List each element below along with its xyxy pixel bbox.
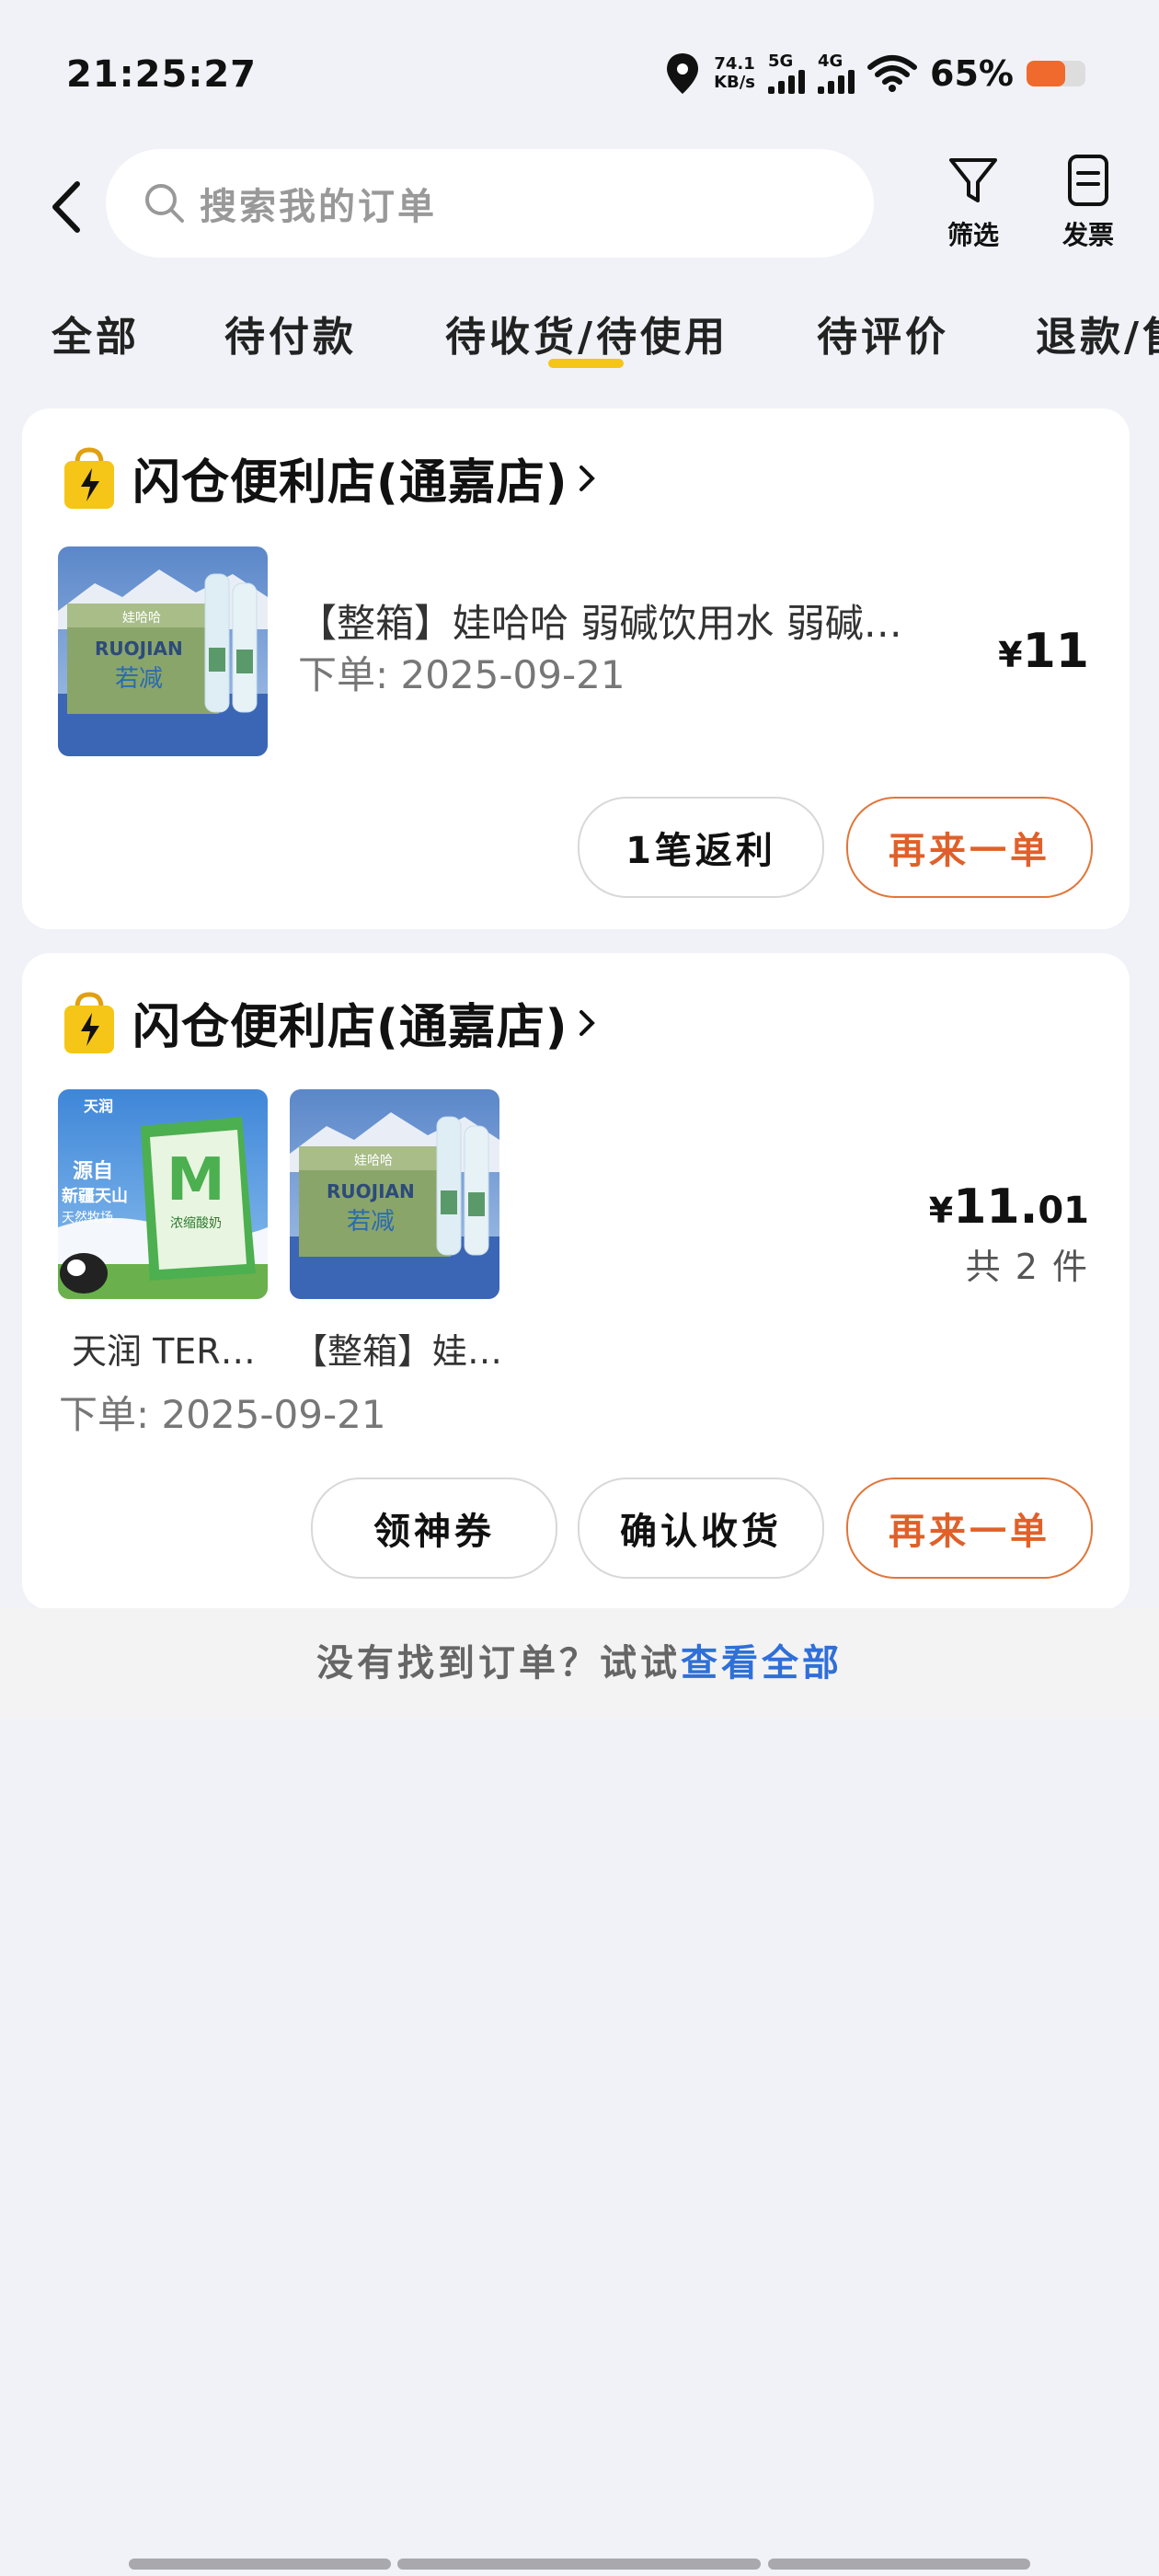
- rebate-button[interactable]: 1笔返利: [578, 797, 824, 898]
- search-icon: [145, 184, 184, 223]
- invoice-icon: [1068, 155, 1108, 206]
- gesture-bar: [129, 2559, 391, 2570]
- thumbnail-caption: 天润 TER…: [72, 1331, 256, 1372]
- pack-latin: RUOJIAN: [327, 1180, 415, 1202]
- yogurt-line-2: 新疆天山: [62, 1186, 128, 1206]
- yogurt-pack-image: 天润 源自 新疆天山 天然牧场 M 浓缩酸奶: [58, 1089, 268, 1299]
- shop-name: 闪仓便利店(通嘉店): [132, 455, 568, 511]
- tab-pending-receipt[interactable]: 待收货/待使用: [445, 304, 729, 362]
- shop-header[interactable]: 闪仓便利店(通嘉店): [61, 443, 600, 512]
- tab-all[interactable]: 全部: [52, 304, 140, 362]
- view-all-link[interactable]: 查看全部: [681, 1642, 843, 1685]
- yogurt-brand: 天润: [84, 1098, 113, 1115]
- price-integer: 11.: [953, 1179, 1039, 1235]
- water-case-image: 娃哈哈 RUOJIAN 若减: [58, 546, 268, 756]
- signal-bars-icon: [818, 70, 855, 94]
- search-placeholder: 搜索我的订单: [200, 186, 437, 228]
- order-price: ¥11.01: [929, 1179, 1089, 1235]
- product-title: 【整箱】娃哈哈 弱碱饮用水 弱碱…: [298, 601, 902, 646]
- invoice-button[interactable]: 发票: [1047, 153, 1130, 252]
- water-case-image: 娃哈哈 RUOJIAN 若减: [290, 1089, 499, 1299]
- order-card[interactable]: 闪仓便利店(通嘉店) 娃哈哈 RUOJIAN 若减 【整箱】娃哈哈 弱碱饮用水 …: [22, 408, 1130, 929]
- yogurt-line-1: 源自: [73, 1159, 113, 1183]
- pack-latin: RUOJIAN: [95, 638, 183, 660]
- clock: 21:25:27: [66, 53, 257, 96]
- shop-name: 闪仓便利店(通嘉店): [132, 1000, 568, 1055]
- signal-bars-icon: [768, 70, 806, 94]
- status-bar: 21:25:27 74.1 KB/s 5G 4G 65%: [0, 0, 1159, 147]
- price-symbol: ¥: [998, 635, 1023, 675]
- product-thumbnail[interactable]: 娃哈哈 RUOJIAN 若减: [58, 546, 268, 756]
- svg-text:M: M: [166, 1146, 225, 1214]
- chevron-right-icon: [579, 1009, 595, 1036]
- item-count: 共 2 件: [965, 1247, 1089, 1287]
- gesture-bar: [768, 2559, 1030, 2570]
- order-price: ¥11: [998, 624, 1089, 679]
- tab-pending-payment[interactable]: 待付款: [224, 304, 357, 362]
- battery-icon: [1027, 61, 1085, 86]
- price-integer: 11: [1022, 624, 1089, 679]
- invoice-label: 发票: [1061, 220, 1114, 250]
- reorder-button[interactable]: 再来一单: [846, 1478, 1093, 1579]
- tab-refund[interactable]: 退款/售后: [1036, 304, 1159, 362]
- net-speed-unit: KB/s: [714, 73, 756, 92]
- shop-header[interactable]: 闪仓便利店(通嘉店): [61, 988, 600, 1057]
- signal-4g: 4G: [818, 53, 855, 94]
- confirm-receipt-button[interactable]: 确认收货: [578, 1478, 824, 1579]
- active-tab-indicator: [548, 359, 624, 368]
- not-found-text: 没有找到订单？试试: [316, 1642, 681, 1685]
- net-speed: 74.1 KB/s: [714, 55, 755, 92]
- product-thumbnail[interactable]: 娃哈哈 RUOJIAN 若减: [290, 1089, 499, 1299]
- signal-4g-label: 4G: [818, 52, 843, 71]
- price-decimal: 01: [1038, 1190, 1089, 1232]
- chevron-right-icon: [579, 465, 595, 491]
- filter-icon: [949, 158, 997, 202]
- pack-cn: 若减: [347, 1208, 395, 1236]
- yogurt-line-3: 天然牧场: [62, 1210, 113, 1225]
- order-date: 下单: 2025-09-21: [298, 652, 625, 697]
- top-bar: 搜索我的订单 筛选 发票: [0, 147, 1159, 267]
- search-bar[interactable]: 搜索我的订单: [106, 149, 874, 258]
- battery-percent: 65%: [930, 53, 1014, 94]
- signal-5g-label: 5G: [768, 52, 794, 71]
- reorder-button[interactable]: 再来一单: [846, 797, 1093, 898]
- pack-cn: 若减: [115, 665, 163, 693]
- coupon-button[interactable]: 领神券: [311, 1478, 557, 1579]
- filter-label: 筛选: [947, 220, 999, 250]
- status-icons: 74.1 KB/s 5G 4G 65%: [664, 52, 1085, 96]
- shop-bag-icon: [64, 991, 114, 1053]
- order-card[interactable]: 闪仓便利店(通嘉店) 天润 源自 新疆天山 天然牧场 M 浓缩酸奶 娃哈哈 RU…: [22, 953, 1130, 1610]
- filter-button[interactable]: 筛选: [932, 153, 1015, 252]
- shop-bag-icon: [64, 446, 114, 509]
- wifi-icon: [867, 55, 918, 92]
- tab-pending-review[interactable]: 待评价: [817, 304, 949, 362]
- order-date: 下单: 2025-09-21: [59, 1392, 386, 1437]
- order-tabs: 全部 待付款 待收货/待使用 待评价 退款/售后: [0, 294, 1159, 368]
- signal-5g: 5G: [768, 52, 806, 94]
- thumbnail-caption: 【整箱】娃…: [293, 1331, 503, 1372]
- product-thumbnail[interactable]: 天润 源自 新疆天山 天然牧场 M 浓缩酸奶: [58, 1089, 268, 1299]
- price-symbol: ¥: [928, 1190, 954, 1231]
- battery-fill: [1027, 61, 1065, 86]
- back-arrow-icon[interactable]: [37, 175, 101, 239]
- not-found-hint: 没有找到订单？试试查看全部: [0, 1633, 1159, 1686]
- pack-brand: 娃哈哈: [354, 1154, 393, 1168]
- gesture-bar: [397, 2559, 761, 2570]
- location-icon: [667, 53, 699, 94]
- pack-brand: 娃哈哈: [122, 611, 161, 626]
- net-speed-value: 74.1: [714, 54, 755, 74]
- yogurt-pack-label: 浓缩酸奶: [170, 1216, 222, 1231]
